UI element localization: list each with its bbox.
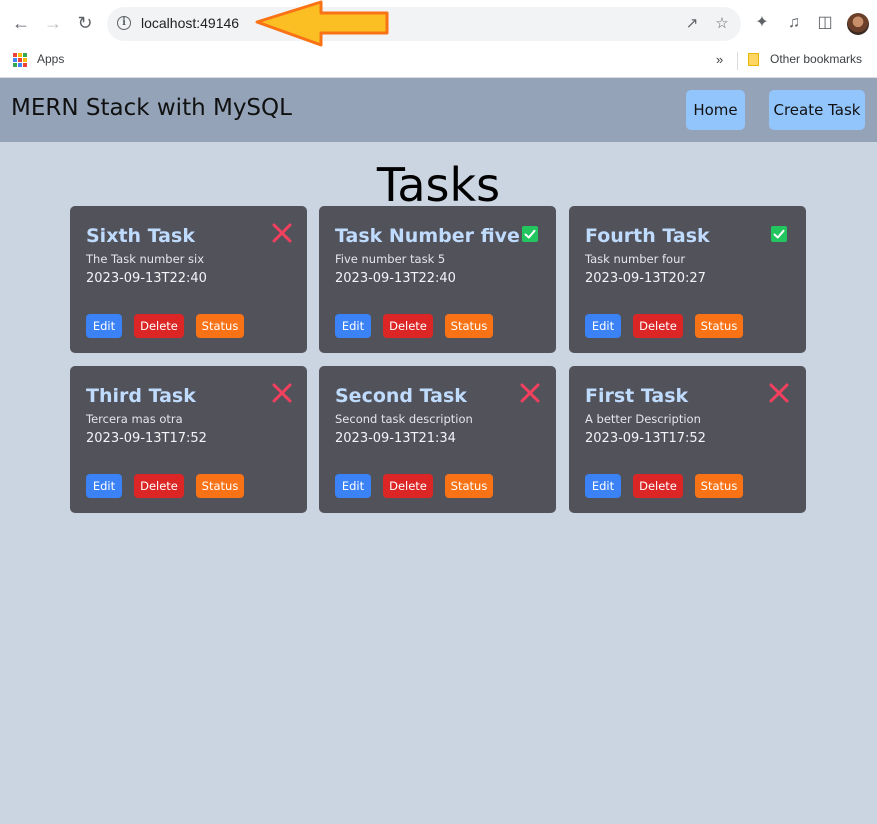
more-bookmarks-chevron-icon[interactable]: » [716,52,723,67]
delete-button[interactable]: Delete [134,314,184,338]
status-button[interactable]: Status [445,474,493,498]
status-button[interactable]: Status [445,314,493,338]
bookmarks-bar: Apps » Other bookmarks [0,46,877,78]
nav-create-task-link[interactable]: Create Task [769,90,865,130]
task-title: Task Number five [335,225,520,247]
site-info-icon[interactable]: i [117,16,131,30]
brand-title[interactable]: MERN Stack with MySQL [11,95,292,121]
task-date: 2023-09-13T20:27 [585,271,706,286]
edit-button[interactable]: Edit [585,474,621,498]
annotation-arrow-icon [255,0,389,47]
task-date: 2023-09-13T22:40 [86,271,207,286]
status-button[interactable]: Status [196,474,244,498]
task-description: Tercera mas otra [86,412,183,426]
done-check-icon[interactable] [522,226,538,242]
task-card: Fourth Task Task number four 2023-09-13T… [569,206,806,353]
task-description: Task number four [585,252,686,266]
edit-button[interactable]: Edit [585,314,621,338]
status-button[interactable]: Status [196,314,244,338]
task-description: A better Description [585,412,701,426]
not-done-x-icon[interactable] [766,380,792,406]
status-button[interactable]: Status [695,474,743,498]
delete-button[interactable]: Delete [383,314,433,338]
media-control-icon[interactable]: ♫ [783,12,805,34]
delete-button[interactable]: Delete [134,474,184,498]
back-icon[interactable]: ← [10,12,32,34]
task-title: Third Task [86,385,196,407]
nav-home-link[interactable]: Home [686,90,745,130]
task-date: 2023-09-13T22:40 [335,271,456,286]
task-card: First Task A better Description 2023-09-… [569,366,806,513]
not-done-x-icon[interactable] [517,380,543,406]
address-bar[interactable]: i ↗ ☆ [107,7,741,41]
task-card: Sixth Task The Task number six 2023-09-1… [70,206,307,353]
bookmark-star-icon[interactable]: ☆ [713,15,731,33]
done-check-icon[interactable] [771,226,787,242]
folder-icon [748,53,759,66]
delete-button[interactable]: Delete [633,474,683,498]
task-description: The Task number six [86,252,205,266]
app-navbar: MERN Stack with MySQL Home Create Task [0,78,877,142]
edit-button[interactable]: Edit [86,474,122,498]
edit-button[interactable]: Edit [86,314,122,338]
task-title: Fourth Task [585,225,710,247]
delete-button[interactable]: Delete [633,314,683,338]
status-button[interactable]: Status [695,314,743,338]
not-done-x-icon[interactable] [269,380,295,406]
other-bookmarks[interactable]: Other bookmarks [770,52,862,66]
task-card: Third Task Tercera mas otra 2023-09-13T1… [70,366,307,513]
delete-button[interactable]: Delete [383,474,433,498]
url-input[interactable] [141,15,261,31]
profile-avatar[interactable] [847,13,869,35]
task-date: 2023-09-13T17:52 [585,431,706,446]
share-icon[interactable]: ↗ [683,15,701,33]
task-date: 2023-09-13T17:52 [86,431,207,446]
side-panel-icon[interactable]: ◫ [814,12,836,34]
bookmarks-divider [737,52,738,70]
task-card: Task Number five Five number task 5 2023… [319,206,556,353]
apps-icon[interactable] [13,53,27,67]
extensions-icon[interactable]: ✦ [751,12,773,34]
forward-icon[interactable]: → [42,12,64,34]
task-title: Sixth Task [86,225,195,247]
not-done-x-icon[interactable] [269,220,295,246]
task-description: Second task description [335,412,473,426]
apps-bookmark[interactable]: Apps [37,52,64,66]
task-title: Second Task [335,385,467,407]
task-card: Second Task Second task description 2023… [319,366,556,513]
task-description: Five number task 5 [335,252,446,266]
edit-button[interactable]: Edit [335,314,371,338]
browser-toolbar: ← → ↻ i ↗ ☆ ✦ ♫ ◫ [0,0,877,46]
task-title: First Task [585,385,689,407]
edit-button[interactable]: Edit [335,474,371,498]
task-date: 2023-09-13T21:34 [335,431,456,446]
reload-icon[interactable]: ↻ [74,12,96,34]
